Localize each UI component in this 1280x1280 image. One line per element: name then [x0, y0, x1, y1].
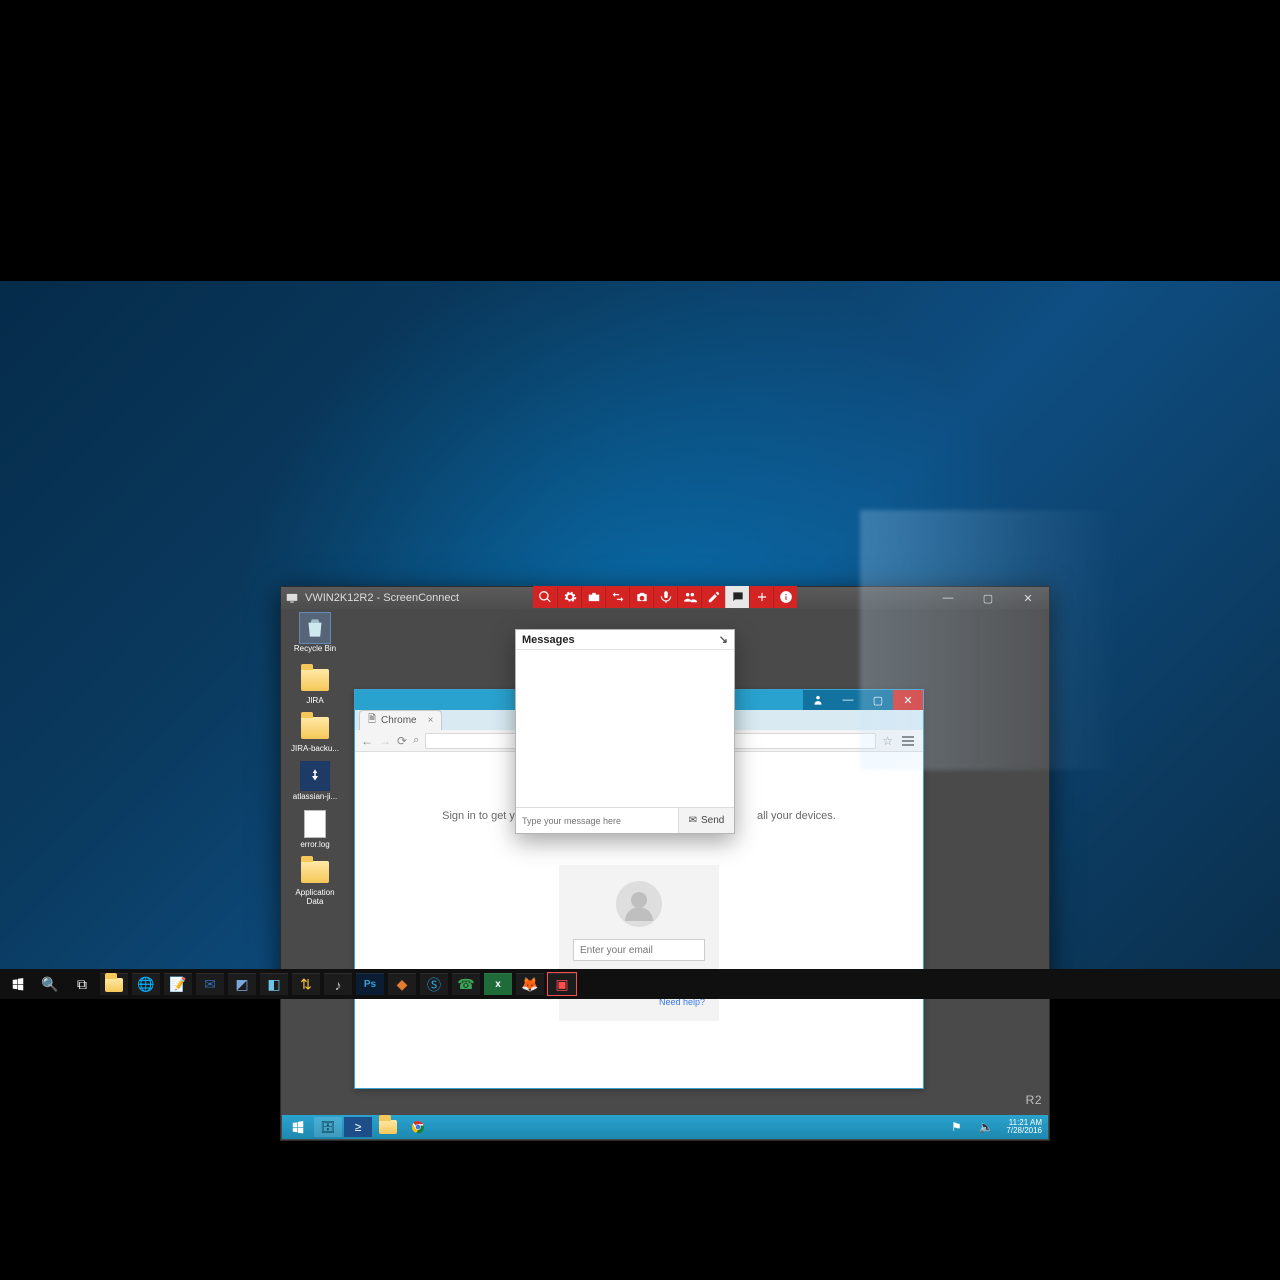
messages-log [516, 652, 734, 807]
desktop-icon-error-log[interactable]: error.log [286, 809, 344, 850]
send-button[interactable]: ✉ Send [678, 808, 734, 833]
chrome-close-button[interactable]: ✕ [893, 690, 923, 710]
remote-powershell-icon[interactable]: ≥ [344, 1117, 372, 1137]
app-icon [300, 761, 330, 791]
remote-chrome-icon[interactable] [404, 1117, 432, 1137]
host-taskbar: 🔍 ⧉ 🌐 📝 ✉ ◩ ◧ ⇅ ♪ Ps ◆ Ⓢ ☎ x 🦊 ▣ [0, 969, 1280, 999]
folder-icon [300, 857, 330, 887]
remote-tray-flag-icon[interactable]: ⚑ [942, 1117, 970, 1137]
icon-label: atlassian-ji... [293, 792, 337, 801]
maximize-button[interactable]: ▢ [971, 587, 1005, 609]
remote-explorer-icon[interactable] [374, 1117, 402, 1137]
email-field[interactable] [573, 939, 705, 961]
transfer-icon[interactable] [605, 586, 629, 608]
plus-icon[interactable] [749, 586, 773, 608]
screenshot-icon[interactable] [629, 586, 653, 608]
host-taskbar-chrome-icon[interactable]: 🌐 [132, 973, 160, 995]
hamburger-icon[interactable] [899, 732, 917, 750]
desktop-icon-atlassian-jira[interactable]: atlassian-ji... [286, 761, 344, 802]
host-taskbar-photoshop-icon[interactable]: Ps [356, 973, 384, 995]
envelope-icon: ✉ [689, 815, 697, 826]
host-taskbar-app-4-icon[interactable]: ☎ [452, 973, 480, 995]
remote-taskbar: 🗄 ≥ ⚑ 🔈 11:21 AM 7/28/2016 [282, 1115, 1048, 1139]
page-icon: 🗎 [368, 712, 376, 729]
host-taskbar-firefox-icon[interactable]: 🦊 [516, 973, 544, 995]
remote-server-manager-icon[interactable]: 🗄 [314, 1117, 342, 1137]
remote-start-button[interactable] [284, 1117, 312, 1137]
desktop-icon-recycle-bin[interactable]: Recycle Bin [286, 613, 344, 654]
folder-icon [300, 713, 330, 743]
participants-icon[interactable] [677, 586, 701, 608]
host-taskview-icon[interactable]: ⧉ [68, 973, 96, 995]
microphone-icon[interactable] [653, 586, 677, 608]
host-desktop: VWIN2K12R2 - ScreenConnect — ▢ ✕ Recycle… [0, 281, 1280, 999]
annotate-icon[interactable] [701, 586, 725, 608]
app-icon [285, 591, 299, 605]
icon-label: Application Data [295, 888, 334, 906]
messages-panel: Messages ↘ ✉ Send [515, 629, 735, 834]
tab-title: Chrome [381, 715, 417, 726]
host-taskbar-itunes-icon[interactable]: ♪ [324, 973, 352, 995]
remote-clock[interactable]: 11:21 AM 7/28/2016 [1002, 1119, 1046, 1135]
toolbox-icon[interactable] [581, 586, 605, 608]
icon-label: JIRA [306, 696, 323, 705]
host-taskbar-outlook-icon[interactable]: ✉ [196, 973, 224, 995]
close-button[interactable]: ✕ [1011, 587, 1045, 609]
remote-desktop[interactable]: Recycle Bin JIRA JIRA-backu... atlassian… [282, 609, 1048, 1139]
host-taskbar-app-1-icon[interactable]: ◩ [228, 973, 256, 995]
back-icon[interactable]: ← [361, 734, 373, 748]
chrome-user-button[interactable] [803, 690, 833, 710]
pin-icon[interactable]: ↘ [719, 633, 728, 646]
minimize-button[interactable]: — [931, 587, 965, 609]
host-taskbar-winscp-icon[interactable]: ⇅ [292, 973, 320, 995]
chrome-tab[interactable]: 🗎 Chrome × [359, 710, 442, 730]
icon-label: JIRA-backu... [291, 744, 339, 753]
window-title: VWIN2K12R2 - ScreenConnect [305, 592, 459, 604]
gear-icon[interactable] [557, 586, 581, 608]
desktop-icon-jira-backup[interactable]: JIRA-backu... [286, 713, 344, 754]
reload-icon[interactable]: ⟳ [397, 734, 407, 748]
host-taskbar-skype-icon[interactable]: Ⓢ [420, 973, 448, 995]
screenconnect-window: VWIN2K12R2 - ScreenConnect — ▢ ✕ Recycle… [280, 586, 1050, 1141]
info-icon[interactable] [773, 586, 797, 608]
desktop-icon-application-data[interactable]: Application Data [286, 857, 344, 907]
chrome-minimize-button[interactable]: — [833, 690, 863, 710]
host-taskbar-explorer-icon[interactable] [100, 973, 128, 995]
star-icon[interactable]: ☆ [882, 734, 893, 748]
screenconnect-toolbar [533, 586, 797, 608]
panel-title: Messages [522, 634, 575, 646]
avatar-icon [616, 881, 662, 927]
remote-watermark: R2 [1026, 1093, 1042, 1107]
chat-icon[interactable] [725, 586, 749, 608]
host-taskbar-notepadpp-icon[interactable]: 📝 [164, 973, 192, 995]
remote-tray-volume-icon[interactable]: 🔈 [972, 1117, 1000, 1137]
file-icon [300, 809, 330, 839]
host-taskbar-app-2-icon[interactable]: ◧ [260, 973, 288, 995]
search-icon[interactable] [533, 586, 557, 608]
host-taskbar-app-3-icon[interactable]: ◆ [388, 973, 416, 995]
host-search-icon[interactable]: 🔍 [36, 973, 64, 995]
host-taskbar-excel-icon[interactable]: x [484, 973, 512, 995]
host-start-button[interactable] [4, 973, 32, 995]
message-input[interactable] [516, 808, 678, 833]
forward-icon[interactable]: → [379, 734, 391, 748]
icon-label: error.log [300, 840, 329, 849]
search-icon: ⌕ [413, 734, 419, 747]
host-taskbar-screenconnect-icon[interactable]: ▣ [548, 973, 576, 995]
recycle-bin-icon [300, 613, 330, 643]
close-tab-icon[interactable]: × [428, 715, 434, 726]
icon-label: Recycle Bin [294, 644, 336, 653]
chrome-maximize-button[interactable]: ▢ [863, 690, 893, 710]
desktop-icon-jira[interactable]: JIRA [286, 665, 344, 706]
folder-icon [300, 665, 330, 695]
